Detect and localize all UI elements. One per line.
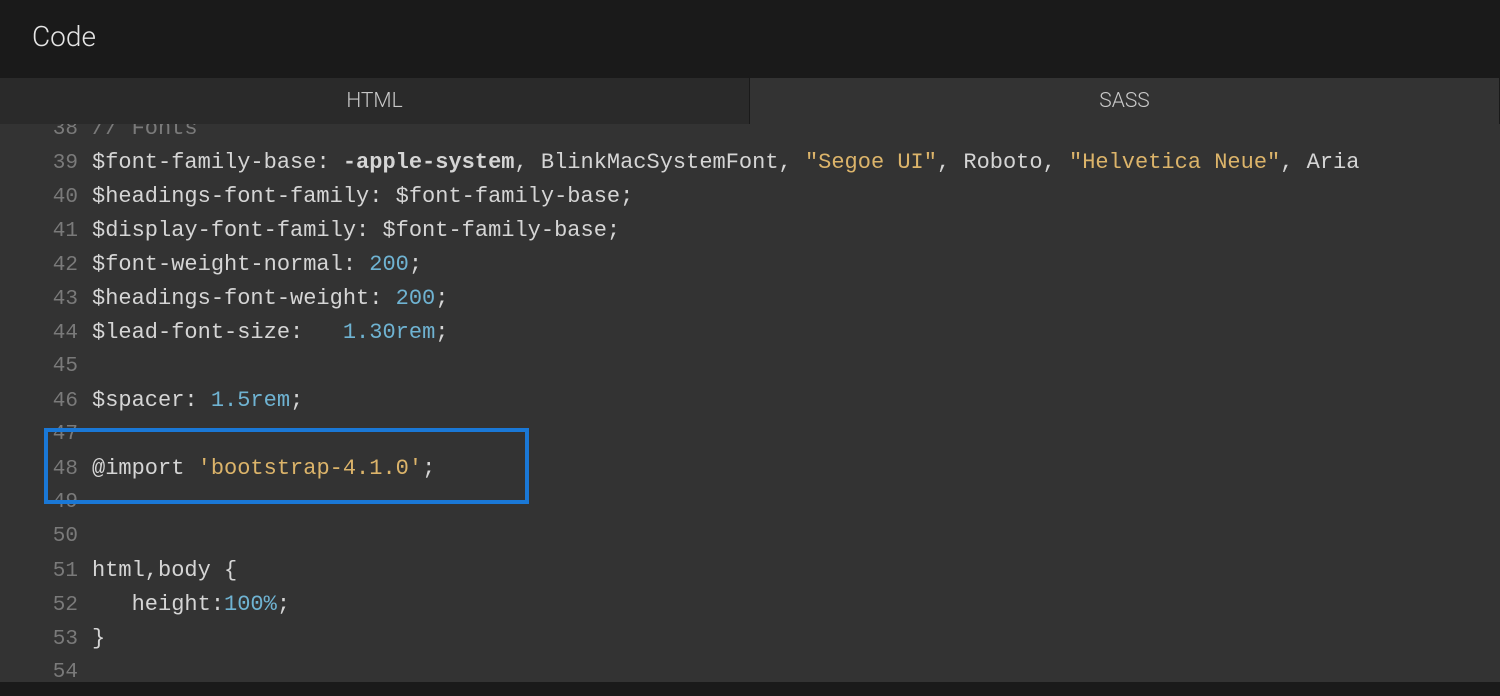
- code-line: 38 // Fonts: [0, 124, 1500, 146]
- line-number: 53: [0, 623, 92, 657]
- token-ident: BlinkMacSystemFont: [541, 150, 779, 175]
- token-indent: [92, 592, 132, 617]
- code-editor[interactable]: 38 // Fonts 39 $font-family-base: -apple…: [0, 124, 1500, 682]
- token-variable: $font-weight-normal: [92, 252, 343, 277]
- token-ident: Aria: [1307, 150, 1360, 175]
- line-number: 45: [0, 350, 92, 384]
- line-number: 47: [0, 418, 92, 452]
- token-variable: $font-family-base: [92, 150, 316, 175]
- token-string: "Helvetica Neue": [1069, 150, 1280, 175]
- token-punc: ;: [607, 218, 620, 243]
- token-punc: ;: [422, 456, 435, 481]
- token-variable: $spacer: [92, 388, 184, 413]
- line-number: 46: [0, 385, 92, 419]
- line-number: 52: [0, 589, 92, 623]
- token-punc: :: [290, 320, 343, 345]
- token-punc: :: [356, 218, 382, 243]
- panel-title: Code: [32, 20, 1500, 53]
- token-punc: {: [224, 558, 237, 583]
- token-punc: ,: [1043, 150, 1069, 175]
- token-punc: ,: [779, 150, 805, 175]
- token-punc: [184, 456, 197, 481]
- token-punc: ,: [937, 150, 963, 175]
- line-number: 40: [0, 181, 92, 215]
- code-line: 49: [0, 486, 1500, 520]
- code-line: 39 $font-family-base: -apple-system, Bli…: [0, 146, 1500, 180]
- token-punc: :: [343, 252, 369, 277]
- token-property: height: [132, 592, 211, 617]
- token-variable: $headings-font-weight: [92, 286, 369, 311]
- code-line: 52 height:100%;: [0, 588, 1500, 622]
- line-number: 51: [0, 555, 92, 589]
- code-line: 51 html,body {: [0, 554, 1500, 588]
- token-punc: :: [211, 592, 224, 617]
- token-punc: ,: [1280, 150, 1306, 175]
- token-punc: ;: [290, 388, 303, 413]
- token-string: "Segoe UI": [805, 150, 937, 175]
- token-punc: :: [369, 286, 395, 311]
- code-line: 53 }: [0, 622, 1500, 656]
- code-line: 47: [0, 418, 1500, 452]
- token-number: 100%: [224, 592, 277, 617]
- line-number: 38: [0, 124, 92, 146]
- token-punc: :: [369, 184, 395, 209]
- line-number: 39: [0, 147, 92, 181]
- code-line: 50: [0, 520, 1500, 554]
- line-number: 48: [0, 453, 92, 487]
- line-number: 43: [0, 283, 92, 317]
- token-punc: ;: [277, 592, 290, 617]
- token-variable: $headings-font-family: [92, 184, 369, 209]
- token-comment: // Fonts: [92, 124, 198, 141]
- token-number: 200: [396, 286, 436, 311]
- token-variable: $lead-font-size: [92, 320, 290, 345]
- token-punc: ;: [435, 320, 448, 345]
- code-line: 48 @import 'bootstrap-4.1.0';: [0, 452, 1500, 486]
- code-line: 45: [0, 350, 1500, 384]
- token-keyword: @import: [92, 456, 184, 481]
- line-number: 44: [0, 317, 92, 351]
- code-line: 43 $headings-font-weight: 200;: [0, 282, 1500, 316]
- token-punc: :: [316, 150, 342, 175]
- token-punc: ;: [435, 286, 448, 311]
- header: Code: [0, 0, 1500, 78]
- token-number: 1.30rem: [343, 320, 435, 345]
- token-punc: ,: [514, 150, 540, 175]
- line-number: 50: [0, 520, 92, 554]
- token-string: 'bootstrap-4.1.0': [198, 456, 422, 481]
- code-line: 54: [0, 656, 1500, 682]
- code-line: 40 $headings-font-family: $font-family-b…: [0, 180, 1500, 214]
- token-ident: -apple-system: [343, 150, 515, 175]
- token-punc: :: [184, 388, 210, 413]
- tab-sass[interactable]: SASS: [750, 78, 1500, 124]
- tab-html[interactable]: HTML: [0, 78, 750, 124]
- token-variable: $font-family-base: [382, 218, 606, 243]
- code-line: 46 $spacer: 1.5rem;: [0, 384, 1500, 418]
- token-ident: Roboto: [963, 150, 1042, 175]
- token-number: 1.5rem: [211, 388, 290, 413]
- token-punc: ;: [620, 184, 633, 209]
- token-variable: $display-font-family: [92, 218, 356, 243]
- code-line: 44 $lead-font-size: 1.30rem;: [0, 316, 1500, 350]
- tab-bar: HTML SASS: [0, 78, 1500, 124]
- line-number: 49: [0, 486, 92, 520]
- code-line: 41 $display-font-family: $font-family-ba…: [0, 214, 1500, 248]
- code-lines: 38 // Fonts 39 $font-family-base: -apple…: [0, 124, 1500, 682]
- line-number: 54: [0, 656, 92, 682]
- token-punc: }: [92, 626, 105, 651]
- code-line: 42 $font-weight-normal: 200;: [0, 248, 1500, 282]
- token-number: 200: [369, 252, 409, 277]
- line-number: 41: [0, 215, 92, 249]
- token-punc: ;: [409, 252, 422, 277]
- token-selector: html,body: [92, 558, 224, 583]
- token-variable: $font-family-base: [396, 184, 620, 209]
- line-number: 42: [0, 249, 92, 283]
